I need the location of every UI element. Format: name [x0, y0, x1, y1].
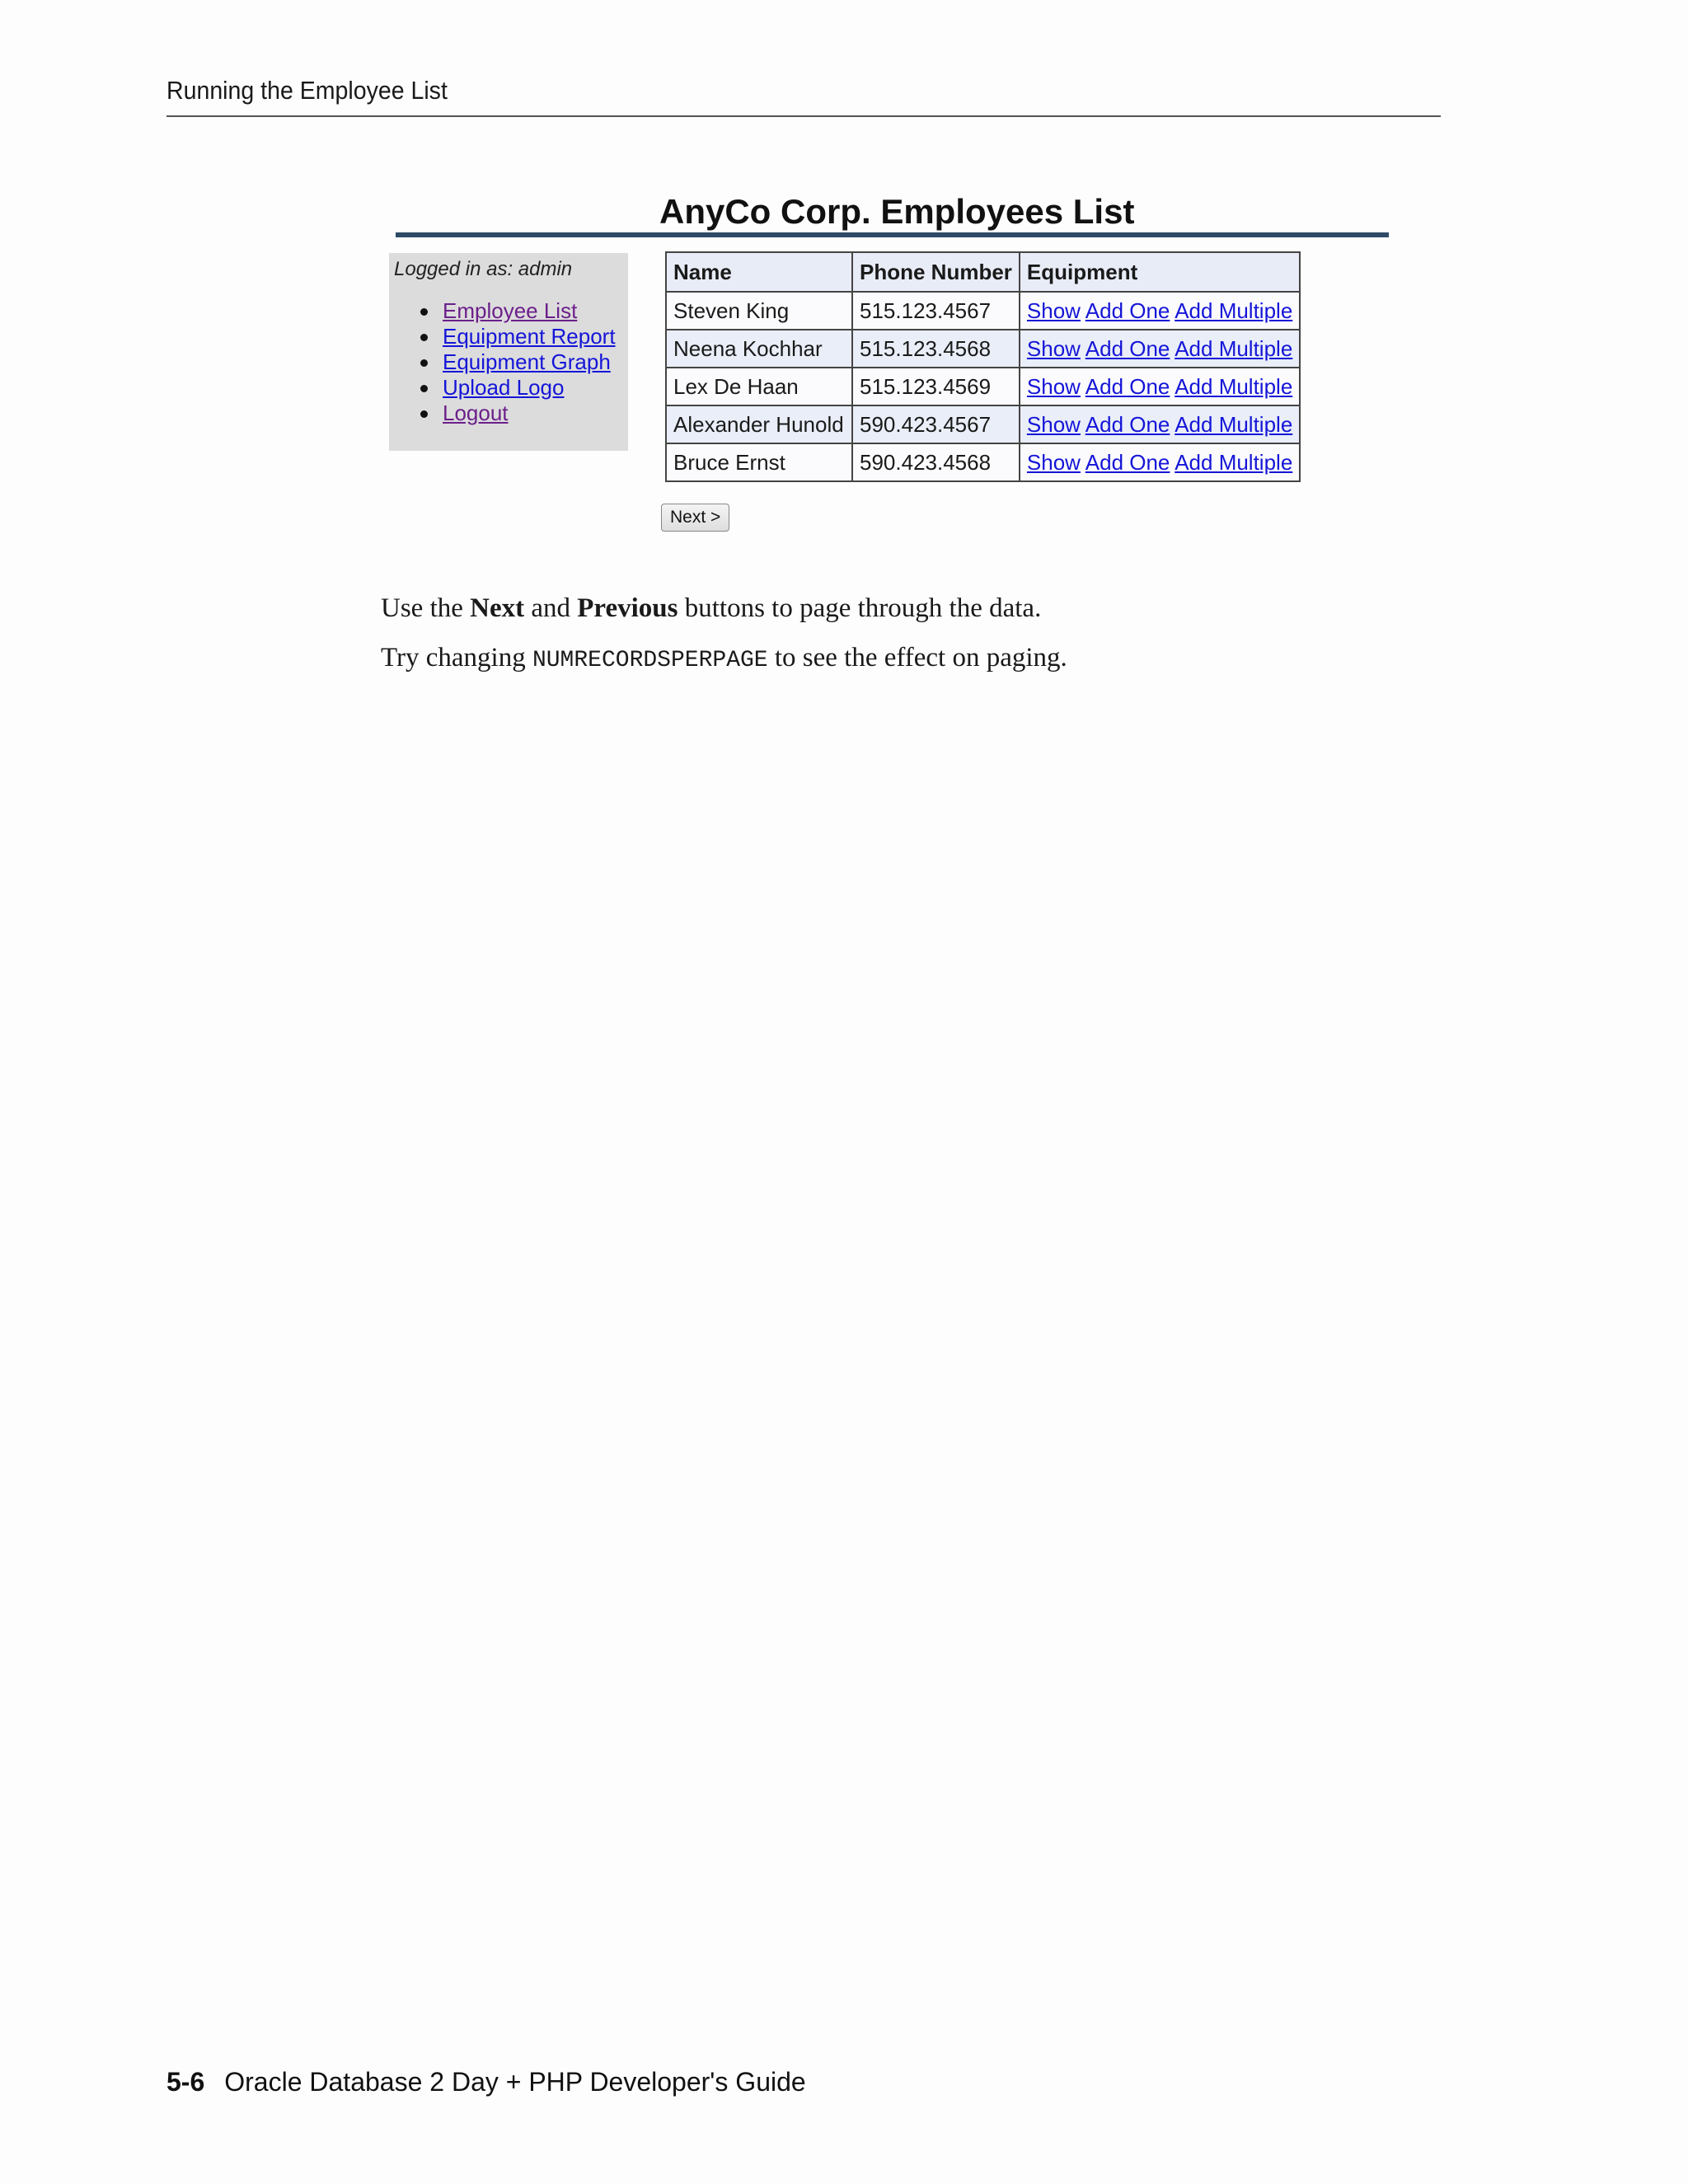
add-multiple-link[interactable]: Add Multiple [1175, 412, 1292, 437]
next-term: Next [470, 593, 525, 623]
sidebar-item-equipment-report: Equipment Report [420, 324, 616, 349]
book-title: Oracle Database 2 Day + PHP Developer's … [224, 2067, 806, 2097]
employee-name: Alexander Hunold [665, 405, 853, 444]
code-numrecordsperpage: NUMRECORDSPERPAGE [532, 648, 768, 673]
add-multiple-link[interactable]: Add Multiple [1175, 298, 1292, 323]
text-segment: Try changing [381, 643, 532, 673]
add-one-link[interactable]: Add One [1085, 374, 1170, 399]
employee-phone: 515.123.4568 [851, 329, 1020, 368]
next-button[interactable]: Next > [661, 504, 730, 532]
add-multiple-link[interactable]: Add Multiple [1175, 336, 1292, 361]
sidebar-nav: Employee List Equipment Report Equipment… [420, 298, 616, 426]
table-row: Lex De Haan 515.123.4569 Show Add One Ad… [665, 367, 1301, 406]
employee-phone: 515.123.4569 [851, 367, 1020, 406]
text-segment: to see the effect on paging. [767, 643, 1067, 673]
employee-list-link[interactable]: Employee List [443, 298, 577, 323]
previous-term: Previous [577, 593, 678, 623]
employees-table: Name Phone Number Equipment Steven King … [665, 251, 1301, 482]
add-one-link[interactable]: Add One [1085, 412, 1170, 437]
app-screenshot: AnyCo Corp. Employees List Logged in as:… [389, 185, 1395, 540]
text-segment: Use the [381, 593, 471, 623]
equipment-actions: Show Add One Add Multiple [1018, 405, 1301, 444]
equipment-actions: Show Add One Add Multiple [1018, 329, 1301, 368]
table-row: Bruce Ernst 590.423.4568 Show Add One Ad… [665, 443, 1301, 482]
column-header-name: Name [665, 251, 853, 293]
column-header-phone: Phone Number [851, 251, 1020, 293]
equipment-graph-link[interactable]: Equipment Graph [443, 349, 611, 374]
employee-phone: 590.423.4568 [851, 443, 1020, 482]
show-link[interactable]: Show [1027, 450, 1081, 475]
page-number: 5-6 [166, 2067, 205, 2097]
table-row: Alexander Hunold 590.423.4567 Show Add O… [665, 405, 1301, 444]
employee-name: Neena Kochhar [665, 329, 853, 368]
sidebar-item-logout: Logout [420, 401, 595, 426]
add-multiple-link[interactable]: Add Multiple [1175, 374, 1292, 399]
app-title: AnyCo Corp. Employees List [659, 192, 1135, 231]
sidebar-item-equipment-graph: Equipment Graph [420, 349, 611, 375]
employee-phone: 515.123.4567 [851, 291, 1020, 330]
sidebar-item-employee-list: Employee List [420, 298, 595, 324]
add-one-link[interactable]: Add One [1085, 298, 1170, 323]
column-header-equipment: Equipment [1018, 251, 1301, 293]
equipment-actions: Show Add One Add Multiple [1018, 291, 1301, 330]
sidebar-item-upload-logo: Upload Logo [420, 375, 595, 401]
table-row: Steven King 515.123.4567 Show Add One Ad… [665, 291, 1301, 330]
add-multiple-link[interactable]: Add Multiple [1175, 450, 1292, 475]
equipment-actions: Show Add One Add Multiple [1018, 443, 1301, 482]
show-link[interactable]: Show [1027, 412, 1081, 437]
table-header-row: Name Phone Number Equipment [665, 251, 1301, 293]
show-link[interactable]: Show [1027, 298, 1081, 323]
title-underline-bar [396, 232, 1389, 237]
employee-name: Steven King [665, 291, 853, 330]
header-rule [166, 115, 1441, 117]
running-head: Running the Employee List [166, 76, 448, 105]
sidebar: Logged in as: admin Employee List Equipm… [389, 253, 628, 451]
logged-in-status: Logged in as: admin [394, 258, 573, 280]
show-link[interactable]: Show [1027, 374, 1081, 399]
equipment-report-link[interactable]: Equipment Report [443, 324, 616, 349]
employee-name: Lex De Haan [665, 367, 853, 406]
employee-phone: 590.423.4567 [851, 405, 1020, 444]
text-segment: buttons to page through the data. [678, 593, 1042, 623]
employee-name: Bruce Ernst [665, 443, 853, 482]
show-link[interactable]: Show [1027, 336, 1081, 361]
upload-logo-link[interactable]: Upload Logo [443, 375, 564, 400]
logout-link[interactable]: Logout [443, 401, 509, 425]
table-row: Neena Kochhar 515.123.4568 Show Add One … [665, 329, 1301, 368]
add-one-link[interactable]: Add One [1085, 450, 1170, 475]
add-one-link[interactable]: Add One [1085, 336, 1170, 361]
equipment-actions: Show Add One Add Multiple [1018, 367, 1301, 406]
paragraph-numrecords: Try changing NUMRECORDSPERPAGE to see th… [381, 643, 1067, 673]
page-footer: 5-6 Oracle Database 2 Day + PHP Developer… [166, 2067, 806, 2097]
paragraph-paging: Use the Next and Previous buttons to pag… [381, 593, 1041, 624]
text-segment: and [524, 593, 578, 623]
